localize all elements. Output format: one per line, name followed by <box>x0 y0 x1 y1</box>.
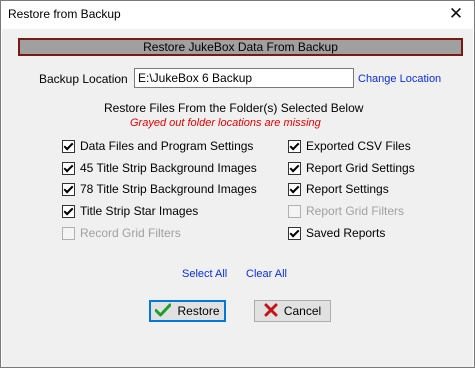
checkbox-report-grid-settings[interactable]: Report Grid Settings <box>288 160 415 176</box>
checkbox-box[interactable] <box>288 139 301 153</box>
checkbox-label: 45 Title Strip Background Images <box>80 161 257 175</box>
checkbox-label: Exported CSV Files <box>306 139 411 153</box>
green-check-icon <box>154 303 172 320</box>
checkbox-box[interactable] <box>288 204 301 218</box>
cancel-button-label: Cancel <box>283 304 322 318</box>
checkbox-record-grid-filters[interactable]: Record Grid Filters <box>62 225 181 241</box>
window-title: Restore from Backup <box>8 7 121 21</box>
dialog-body: Restore JukeBox Data From Backup Backup … <box>2 29 473 367</box>
checkbox-45-title-strip[interactable]: 45 Title Strip Background Images <box>62 160 257 176</box>
checkbox-label: Record Grid Filters <box>80 226 181 240</box>
close-icon[interactable]: ✕ <box>448 5 464 22</box>
title-bar: Restore from Backup ✕ <box>1 1 474 29</box>
checkbox-78-title-strip[interactable]: 78 Title Strip Background Images <box>62 181 257 197</box>
backup-location-label: Backup Location <box>39 72 128 86</box>
cancel-button[interactable]: Cancel <box>254 300 331 322</box>
checkbox-box[interactable] <box>62 182 75 196</box>
checkbox-box[interactable] <box>288 161 301 175</box>
checkbox-box[interactable] <box>62 226 75 240</box>
clear-all-link[interactable]: Clear All <box>246 268 287 280</box>
checkbox-data-files[interactable]: Data Files and Program Settings <box>62 138 253 154</box>
checkbox-box[interactable] <box>288 226 301 240</box>
checkbox-label: Data Files and Program Settings <box>80 139 254 153</box>
checkbox-exported-csv[interactable]: Exported CSV Files <box>288 138 411 154</box>
checkbox-box[interactable] <box>62 139 75 153</box>
checkbox-box[interactable] <box>62 161 75 175</box>
section-header: Restore JukeBox Data From Backup <box>18 38 463 56</box>
checkbox-box[interactable] <box>288 182 301 196</box>
restore-button[interactable]: Restore <box>149 300 226 322</box>
checkbox-report-grid-filters[interactable]: Report Grid Filters <box>288 203 404 219</box>
restore-button-label: Restore <box>177 304 220 318</box>
missing-folders-note: Grayed out folder locations are missing <box>130 117 321 129</box>
backup-location-input[interactable] <box>134 68 354 88</box>
red-x-icon <box>264 303 278 320</box>
checkbox-title-strip-star[interactable]: Title Strip Star Images <box>62 203 198 219</box>
restore-files-heading: Restore Files From the Folder(s) Selecte… <box>104 101 364 115</box>
change-location-link[interactable]: Change Location <box>358 73 441 85</box>
checkbox-box[interactable] <box>62 204 75 218</box>
checkbox-label: Report Settings <box>306 182 389 196</box>
checkbox-label: Report Grid Settings <box>306 161 415 175</box>
checkbox-saved-reports[interactable]: Saved Reports <box>288 225 385 241</box>
checkbox-label: Saved Reports <box>306 226 386 240</box>
checkbox-report-settings[interactable]: Report Settings <box>288 181 389 197</box>
select-all-link[interactable]: Select All <box>182 268 227 280</box>
checkbox-label: Report Grid Filters <box>306 204 405 218</box>
restore-dialog: Restore from Backup ✕ Restore JukeBox Da… <box>0 0 475 368</box>
checkbox-label: Title Strip Star Images <box>80 204 199 218</box>
checkbox-label: 78 Title Strip Background Images <box>80 182 257 196</box>
